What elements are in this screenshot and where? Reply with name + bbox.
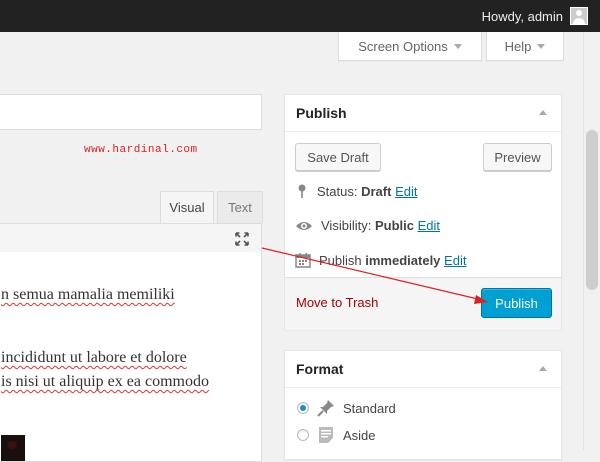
editor-toolbar <box>0 223 262 253</box>
status-label: Status: <box>317 183 358 199</box>
tab-visual[interactable]: Visual <box>160 191 214 223</box>
post-title-input[interactable] <box>0 94 262 130</box>
account-menu[interactable]: Howdy, admin <box>482 0 588 32</box>
publish-time-row: Publish immediately Edit <box>295 252 466 268</box>
admin-bar: Howdy, admin <box>0 0 600 32</box>
format-box: Format Standard Aside <box>284 350 562 460</box>
radio-aside[interactable] <box>297 429 309 441</box>
aside-icon <box>319 427 333 443</box>
format-option-standard[interactable]: Standard <box>297 399 396 417</box>
tab-text[interactable]: Text <box>217 191 263 223</box>
fullscreen-icon[interactable] <box>234 231 250 247</box>
tab-text-label: Text <box>228 200 252 215</box>
visibility-label: Visibility: <box>321 218 372 233</box>
editor-content[interactable]: n semua mamalia memiliki incididunt ut l… <box>0 252 262 462</box>
watermark-text: www.hardinal.com <box>84 144 198 156</box>
major-publishing-actions: Move to Trash Publish <box>285 277 561 330</box>
chevron-down-icon <box>453 43 462 49</box>
inline-image <box>1 435 25 461</box>
page-scrollbar[interactable] <box>583 32 600 450</box>
publish-button[interactable]: Publish <box>481 288 552 318</box>
avatar <box>570 7 588 25</box>
screen-options-button[interactable]: Screen Options <box>338 32 482 61</box>
screen-options-label: Screen Options <box>358 38 448 54</box>
status-value: Draft <box>361 183 392 199</box>
chevron-up-icon[interactable] <box>539 110 547 115</box>
format-box-header[interactable]: Format <box>285 351 561 388</box>
editor-line: incididunt ut labore et dolore <box>1 349 187 366</box>
save-draft-label: Save Draft <box>307 149 369 165</box>
preview-button[interactable]: Preview <box>483 143 552 171</box>
publish-time-label: Publish <box>319 252 362 268</box>
editor-line: n semua mamalia memiliki <box>1 286 175 303</box>
format-standard-label: Standard <box>343 400 396 416</box>
help-button[interactable]: Help <box>486 32 564 61</box>
eye-icon <box>296 221 312 230</box>
radio-standard[interactable] <box>297 402 309 414</box>
tab-visual-label: Visual <box>169 200 205 215</box>
publish-box-title: Publish <box>296 105 347 121</box>
chevron-up-icon[interactable] <box>539 366 547 371</box>
editor-line: is nisi ut aliquip ex ea commodo <box>1 373 209 390</box>
publish-box-header[interactable]: Publish <box>285 95 561 132</box>
edit-visibility-link[interactable]: Edit <box>418 218 440 233</box>
move-to-trash-link[interactable]: Move to Trash <box>296 295 378 310</box>
edit-status-link[interactable]: Edit <box>395 184 417 199</box>
format-box-title: Format <box>296 361 344 377</box>
format-aside-label: Aside <box>343 427 376 443</box>
visibility-value: Public <box>374 218 414 233</box>
publish-box: Publish Save Draft Preview Status: Draft… <box>284 94 562 330</box>
chevron-down-icon <box>537 43 546 49</box>
howdy-text: Howdy, admin <box>481 8 563 24</box>
scrollbar-thumb[interactable] <box>586 130 598 290</box>
preview-label: Preview <box>494 149 541 165</box>
save-draft-button[interactable]: Save Draft <box>295 143 381 171</box>
calendar-icon <box>295 253 311 268</box>
status-row: Status: Draft Edit <box>295 183 417 199</box>
edit-publish-time-link[interactable]: Edit <box>444 253 466 268</box>
help-label: Help <box>504 38 532 54</box>
pin-icon <box>298 184 306 198</box>
pushpin-icon <box>317 400 334 417</box>
publish-button-label: Publish <box>495 295 538 311</box>
visibility-row: Visibility: Public Edit <box>295 218 440 233</box>
format-option-aside[interactable]: Aside <box>297 426 376 444</box>
publish-time-value: immediately <box>365 252 441 268</box>
